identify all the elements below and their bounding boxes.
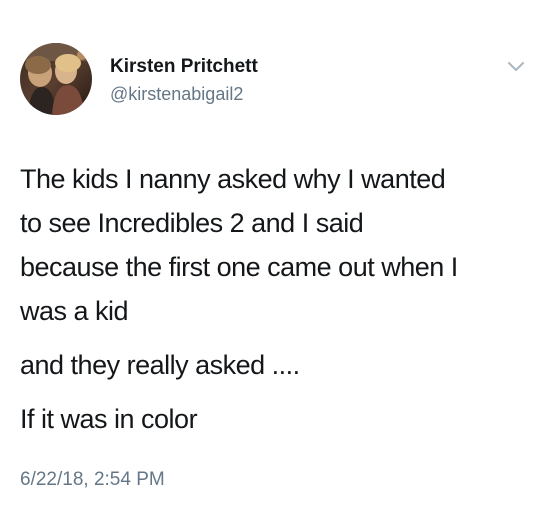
tweet-paragraph: The kids I nanny asked why I wanted to s… xyxy=(20,157,540,333)
tweet-text: The kids I nanny asked why I wanted to s… xyxy=(20,157,540,441)
chevron-down-icon[interactable] xyxy=(506,58,526,74)
tweet-paragraph: If it was in color xyxy=(20,397,540,441)
tweet-card: Kirsten Pritchett @kirstenabigail2 The k… xyxy=(0,0,555,532)
display-name[interactable]: Kirsten Pritchett xyxy=(110,56,258,78)
tweet-paragraph: and they really asked .... xyxy=(20,343,540,387)
tweet-line: to see Incredibles 2 and I said xyxy=(20,208,364,238)
tweet-line: because the first one came out when I xyxy=(20,252,458,282)
tweet-line: was a kid xyxy=(20,296,129,326)
user-handle[interactable]: @kirstenabigail2 xyxy=(110,84,243,105)
avatar[interactable] xyxy=(20,43,92,115)
avatar-photo xyxy=(20,43,92,115)
tweet-timestamp[interactable]: 6/22/18, 2:54 PM xyxy=(20,469,165,491)
tweet-line: If it was in color xyxy=(20,404,198,434)
tweet-line: The kids I nanny asked why I wanted xyxy=(20,164,446,194)
tweet-line: and they really asked .... xyxy=(20,350,300,380)
